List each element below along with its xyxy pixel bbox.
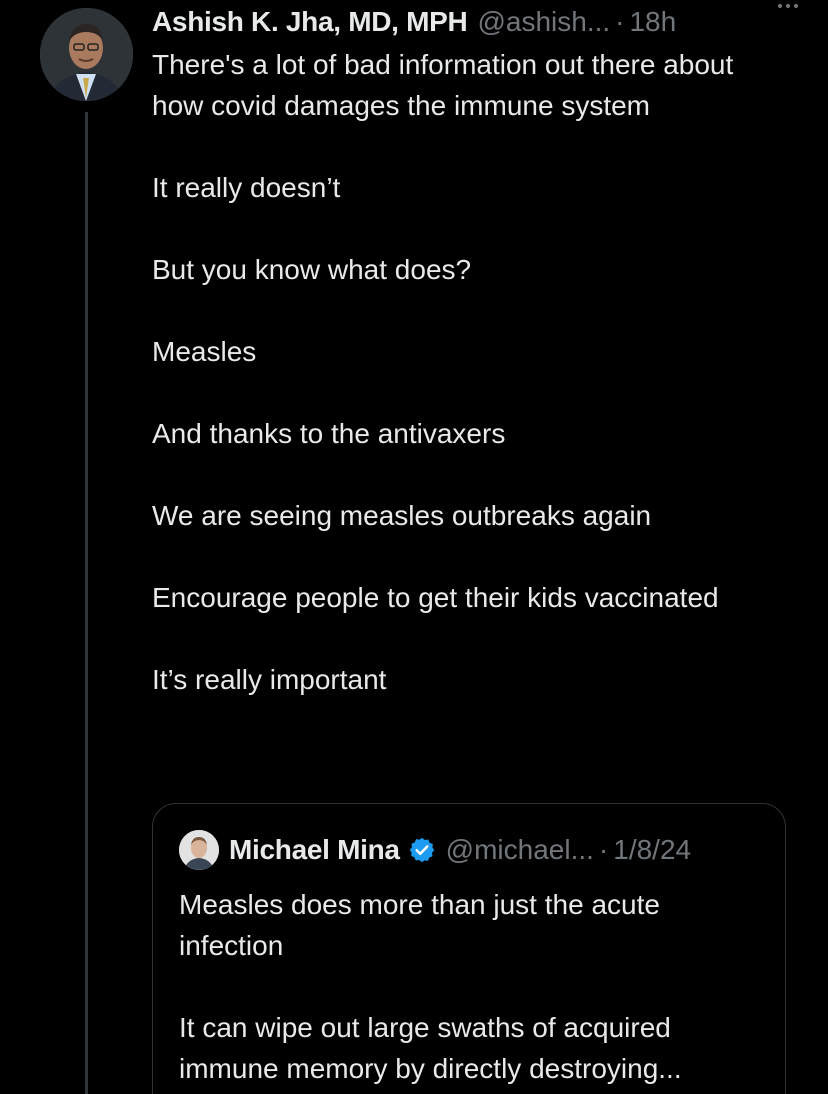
tweet-paragraph: Measles (152, 336, 257, 367)
tweet-paragraph: It really doesn’t (152, 172, 341, 203)
quote-date[interactable]: 1/8/24 (613, 834, 691, 866)
quote-text: Measles does more than just the acute in… (179, 884, 769, 1094)
tweet-paragraph: It’s really important (152, 664, 387, 695)
tweet-header: Ashish K. Jha, MD, MPH @ashish... · 18h (152, 2, 798, 42)
tweet-paragraph: And thanks to the antivaxers (152, 418, 506, 449)
author-handle[interactable]: @ashish... (477, 6, 610, 38)
quoted-tweet-card[interactable]: Michael Mina @michael... · 1/8/24 Measle… (152, 803, 786, 1094)
tweet-time[interactable]: 18h (629, 6, 676, 38)
quote-author-handle[interactable]: @michael... (446, 834, 594, 866)
author-avatar[interactable] (40, 8, 133, 101)
separator-dot: · (598, 834, 609, 865)
tweet-paragraph: But you know what does? (152, 254, 472, 285)
quote-paragraph: Measles does more than just the acute in… (179, 889, 660, 961)
verified-badge-icon (408, 836, 436, 864)
tweet-text: There's a lot of bad information out the… (152, 44, 792, 741)
more-horizontal-icon[interactable] (778, 4, 798, 8)
quote-paragraph: It can wipe out large swaths of acquired… (179, 1012, 682, 1084)
quote-header: Michael Mina @michael... · 1/8/24 (179, 830, 691, 870)
tweet-paragraph: Encourage people to get their kids vacci… (152, 582, 719, 613)
author-display-name[interactable]: Ashish K. Jha, MD, MPH (152, 6, 468, 38)
quote-author-display-name[interactable]: Michael Mina (229, 834, 400, 866)
separator-dot: · (615, 6, 625, 37)
tweet-paragraph: There's a lot of bad information out the… (152, 49, 734, 121)
quote-author-avatar[interactable] (179, 830, 219, 870)
tweet-paragraph: We are seeing measles outbreaks again (152, 500, 652, 531)
thread-line (85, 112, 88, 1094)
